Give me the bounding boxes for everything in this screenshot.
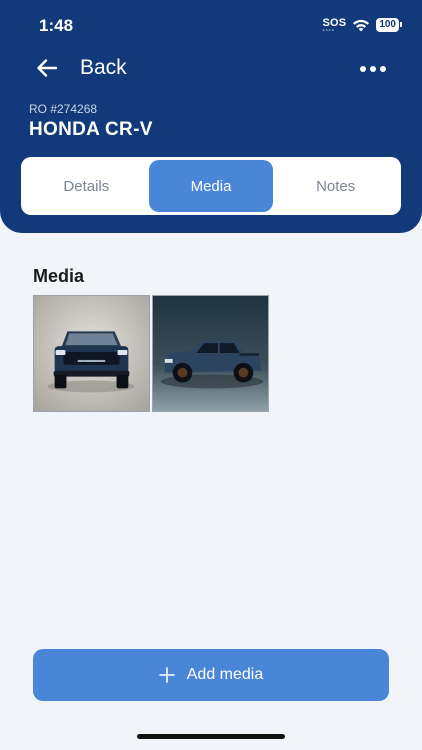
status-bar: 1:48 SOS •••• 100 [0, 0, 422, 52]
truck-front-image: ▬▬▬▬ [34, 296, 149, 411]
tab-media[interactable]: Media [148, 160, 274, 212]
battery-level: 100 [376, 17, 399, 32]
signal-dots-icon: •••• [322, 28, 335, 34]
status-time: 1:48 [39, 16, 74, 35]
more-dot [360, 66, 366, 72]
svg-text:▬▬▬▬: ▬▬▬▬ [78, 357, 106, 364]
more-dot [380, 66, 386, 72]
back-button[interactable]: Back [36, 56, 127, 80]
vehicle-title: HONDA CR-V [29, 119, 153, 140]
battery-icon: 100 [376, 17, 402, 32]
home-indicator [137, 734, 285, 739]
plus-icon [158, 667, 175, 683]
add-media-button[interactable]: Add media [33, 649, 389, 701]
tab-bar: Details Media Notes [21, 157, 401, 215]
wifi-icon [353, 19, 370, 31]
ro-number: RO #274268 [29, 102, 98, 116]
nav-bar: Back [0, 52, 422, 88]
media-thumbnail-truck-front[interactable]: ▬▬▬▬ [33, 295, 150, 412]
sos-indicator: SOS •••• [322, 17, 346, 34]
status-indicators: SOS •••• 100 [322, 17, 402, 34]
add-media-label: Add media [186, 666, 264, 683]
tab-details[interactable]: Details [24, 160, 149, 212]
more-options-button[interactable] [360, 59, 386, 79]
media-grid: ▬▬▬▬ [33, 295, 269, 412]
arrow-left-icon [37, 59, 58, 77]
more-dot [370, 66, 376, 72]
battery-tip [400, 22, 402, 27]
media-section-title: Media [33, 266, 85, 286]
tab-notes[interactable]: Notes [273, 160, 398, 212]
back-label: Back [80, 56, 127, 79]
header: 1:48 SOS •••• 100 Back RO #274268 HONDA … [0, 0, 422, 233]
media-thumbnail-truck-side[interactable] [152, 295, 269, 412]
truck-side-image [153, 296, 268, 411]
